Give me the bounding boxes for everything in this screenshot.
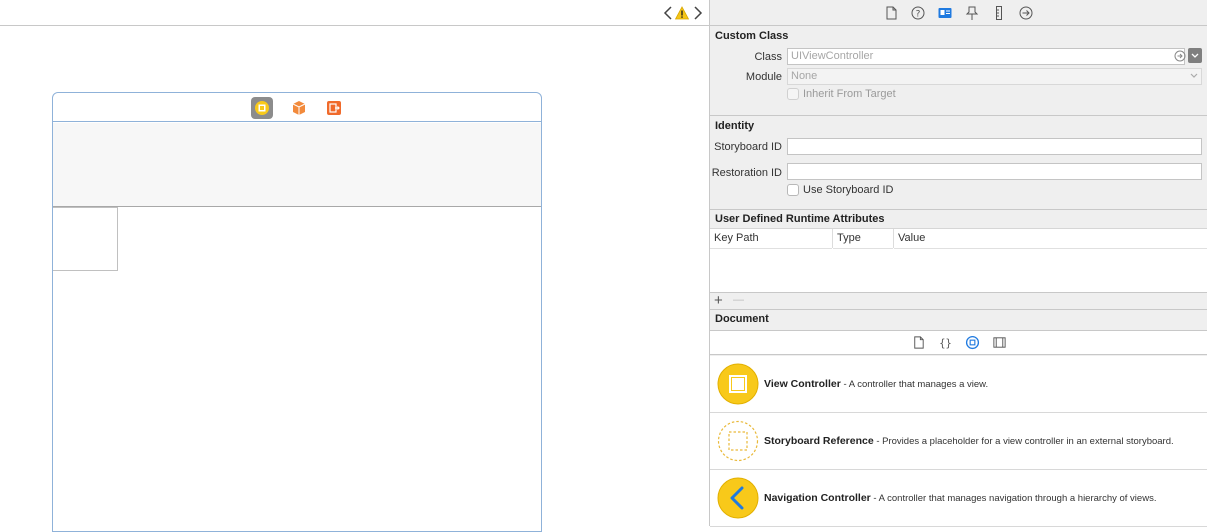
module-label: Module — [745, 71, 782, 83]
quick-help-icon[interactable]: ? — [910, 5, 926, 21]
runtime-attributes-table[interactable]: Key Path Type Value — [710, 228, 1207, 293]
attributes-icon[interactable] — [964, 5, 980, 21]
view-controller-icon[interactable] — [251, 97, 273, 119]
svg-text:?: ? — [916, 10, 921, 20]
navigation-bar[interactable] — [53, 123, 541, 207]
class-label: Class — [754, 51, 782, 63]
library-tab-bar: {} — [710, 330, 1207, 355]
library-item-name: Storyboard Reference — [764, 435, 874, 447]
chevron-right-icon[interactable] — [692, 5, 704, 21]
object-library-icon[interactable] — [965, 335, 980, 350]
add-attribute-button[interactable]: + — [714, 292, 723, 309]
identity-inspector: ? Custom Class Class UIViewController Mo… — [709, 0, 1207, 527]
inherit-from-target-checkbox[interactable] — [787, 88, 799, 100]
library-item-description: - A controller that manages navigation t… — [870, 493, 1157, 504]
warning-icon[interactable] — [675, 6, 689, 20]
column-header-value[interactable]: Value — [894, 229, 1207, 249]
storyboard-canvas[interactable] — [0, 0, 709, 532]
document-title: Document — [715, 313, 769, 325]
divider — [710, 309, 1207, 310]
inherit-from-target-label: Inherit From Target — [803, 88, 896, 100]
library-item-navigation-controller[interactable]: Navigation Controller - A controller tha… — [710, 470, 1207, 527]
class-dropdown-button[interactable] — [1188, 48, 1202, 63]
library-item-name: Navigation Controller — [764, 492, 871, 504]
identity-icon[interactable] — [937, 5, 953, 21]
runtime-attributes-title: User Defined Runtime Attributes — [715, 213, 885, 225]
module-field[interactable]: None — [787, 68, 1202, 85]
identity-title: Identity — [715, 120, 755, 132]
arrow-circle-right-icon[interactable] — [1174, 50, 1186, 62]
code-snippet-icon[interactable]: {} — [938, 335, 953, 350]
storyboard-id-label: Storyboard ID — [714, 141, 782, 153]
object-library-list[interactable]: View Controller - A controller that mana… — [710, 356, 1207, 527]
library-item-text: Navigation Controller - A controller tha… — [764, 470, 1156, 527]
chevron-down-icon — [1190, 73, 1198, 78]
restoration-id-field[interactable] — [787, 163, 1202, 180]
divider — [710, 115, 1207, 116]
connections-icon[interactable] — [1018, 5, 1034, 21]
navigation-controller-icon — [717, 477, 759, 519]
use-storyboard-id-checkbox[interactable] — [787, 184, 799, 196]
library-item-description: - Provides a placeholder for a view cont… — [873, 436, 1174, 447]
column-header-key-path[interactable]: Key Path — [710, 229, 832, 249]
exit-icon[interactable] — [323, 97, 345, 119]
divider — [710, 209, 1207, 210]
media-library-icon[interactable] — [992, 335, 1007, 350]
storyboard-id-field[interactable] — [787, 138, 1202, 155]
file-icon[interactable] — [883, 5, 899, 21]
chevron-down-icon — [1191, 53, 1199, 58]
scene-dock — [53, 93, 541, 122]
use-storyboard-id-label: Use Storyboard ID — [803, 184, 894, 196]
size-icon[interactable] — [991, 5, 1007, 21]
custom-class-title: Custom Class — [715, 30, 789, 42]
view-controller-icon — [717, 363, 759, 405]
subview-placeholder[interactable] — [53, 207, 118, 271]
view-controller-scene[interactable] — [52, 92, 542, 532]
storyboard-reference-icon — [717, 420, 759, 462]
inspector-tab-bar: ? — [710, 0, 1207, 26]
column-header-type[interactable]: Type — [833, 229, 893, 249]
library-item-name: View Controller — [764, 378, 841, 390]
remove-attribute-button[interactable]: — — [733, 294, 744, 306]
library-item-storyboard-reference[interactable]: Storyboard Reference - Provides a placeh… — [710, 413, 1207, 470]
library-item-text: Storyboard Reference - Provides a placeh… — [764, 413, 1174, 470]
file-template-icon[interactable] — [911, 335, 926, 350]
canvas-jump-bar — [0, 0, 709, 26]
first-responder-icon[interactable] — [288, 97, 310, 119]
chevron-left-icon[interactable] — [662, 5, 674, 21]
library-item-description: - A controller that manages a view. — [840, 379, 989, 390]
restoration-id-label: Restoration ID — [711, 167, 782, 179]
library-item-view-controller[interactable]: View Controller - A controller that mana… — [710, 356, 1207, 413]
library-item-text: View Controller - A controller that mana… — [764, 356, 988, 413]
svg-text:{}: {} — [939, 337, 951, 349]
class-field[interactable]: UIViewController — [787, 48, 1185, 65]
